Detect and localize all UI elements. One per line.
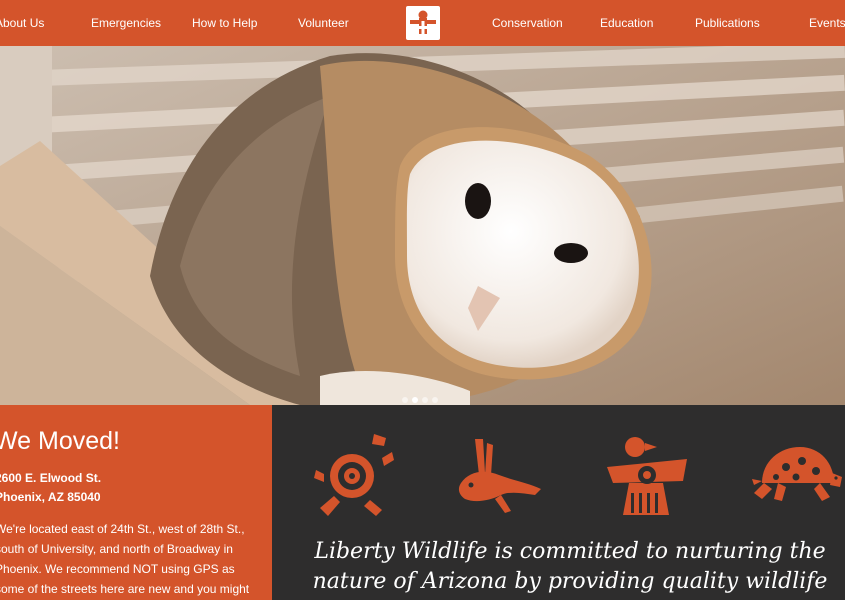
hero-owl-image xyxy=(0,46,845,405)
mission-panel: Liberty Wildlife is committed to nurturi… xyxy=(272,405,845,600)
liberty-wildlife-logo-icon[interactable] xyxy=(406,6,440,40)
directions-text: We're located east of 24th St., west of … xyxy=(0,522,250,596)
city-address: Phoenix, AZ 85040 xyxy=(0,490,101,504)
thunderbird-icon xyxy=(607,437,687,515)
nav-education[interactable]: Education xyxy=(600,0,653,46)
rabbit-icon xyxy=(458,439,541,513)
carousel-dot[interactable] xyxy=(432,397,438,403)
lizard-icon xyxy=(314,434,394,516)
top-navigation: About Us Emergencies How to Help Volunte… xyxy=(0,0,845,46)
nav-emergencies[interactable]: Emergencies xyxy=(91,0,161,46)
nav-events[interactable]: Events xyxy=(809,0,845,46)
street-address: 2600 E. Elwood St. xyxy=(0,471,102,485)
nav-how-to-help[interactable]: How to Help xyxy=(192,0,257,46)
carousel-dot[interactable] xyxy=(422,397,428,403)
carousel-dot-active[interactable] xyxy=(412,397,418,403)
turtle-icon xyxy=(752,447,842,501)
nav-conservation[interactable]: Conservation xyxy=(492,0,563,46)
carousel-dot[interactable] xyxy=(402,397,408,403)
nav-volunteer[interactable]: Volunteer xyxy=(298,0,349,46)
mission-statement: Liberty Wildlife is committed to nurturi… xyxy=(312,539,828,600)
nav-about-us[interactable]: About Us xyxy=(0,0,44,46)
we-moved-panel: We Moved! 2600 E. Elwood St. Phoenix, AZ… xyxy=(0,405,272,600)
nav-publications[interactable]: Publications xyxy=(695,0,760,46)
we-moved-title: We Moved! xyxy=(0,427,120,455)
